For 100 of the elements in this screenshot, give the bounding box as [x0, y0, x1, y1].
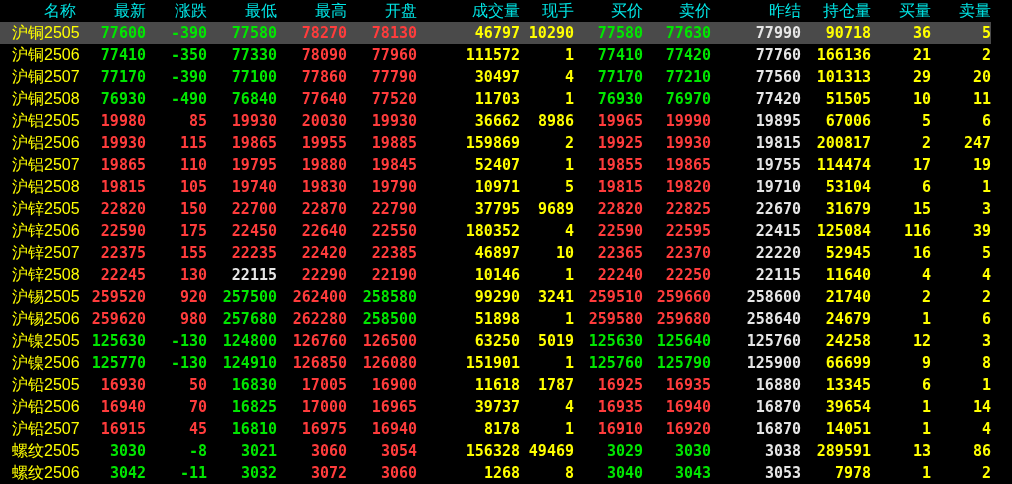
table-cell: 9: [871, 352, 931, 374]
table-cell: 19795: [207, 154, 277, 176]
table-cell: 920: [146, 286, 207, 308]
table-cell-text: 247: [962, 133, 991, 154]
table-cell: 125760: [574, 352, 643, 374]
table-cell-text: 19885: [370, 133, 417, 154]
table-cell: 8: [520, 462, 574, 484]
table-cell: 2: [520, 132, 574, 154]
table-cell-text: 17000: [300, 397, 347, 418]
table-cell: 5: [871, 110, 931, 132]
table-cell: 77960: [347, 44, 417, 66]
table-cell: 124800: [207, 330, 277, 352]
column-header[interactable]: 买量: [871, 0, 931, 22]
table-cell: 126500: [347, 330, 417, 352]
table-cell: 22700: [207, 198, 277, 220]
table-cell: 2: [931, 44, 991, 66]
table-cell: 258500: [347, 308, 417, 330]
table-cell: 77560: [711, 66, 801, 88]
table-cell: 77410: [574, 44, 643, 66]
table-cell: 3021: [207, 440, 277, 462]
table-cell-text: 16: [911, 243, 931, 264]
table-cell: 5019: [520, 330, 574, 352]
table-cell-text: 19865: [664, 155, 711, 176]
table-cell: 49469: [520, 440, 574, 462]
table-cell-text: 4: [563, 67, 574, 88]
table-cell: 22115: [711, 264, 801, 286]
column-header[interactable]: 涨跌: [146, 0, 207, 22]
table-cell: 116: [871, 220, 931, 242]
table-cell: 126080: [347, 352, 417, 374]
table-cell: 46797: [417, 22, 520, 44]
table-cell-text: 22235: [230, 243, 277, 264]
table-cell-text: 1: [563, 155, 574, 176]
table-cell: 257500: [207, 286, 277, 308]
table-cell: 19790: [347, 176, 417, 198]
table-cell: 77640: [277, 88, 347, 110]
column-header[interactable]: 买价: [574, 0, 643, 22]
column-header[interactable]: 最低: [207, 0, 277, 22]
table-cell: 10146: [417, 264, 520, 286]
table-cell: 7978: [801, 462, 871, 484]
table-cell-text: 67006: [824, 111, 871, 132]
column-header[interactable]: 开盘: [347, 0, 417, 22]
column-header[interactable]: 卖量: [931, 0, 991, 22]
column-header[interactable]: 最高: [277, 0, 347, 22]
column-header[interactable]: 昨结: [711, 0, 801, 22]
table-cell: 78270: [277, 22, 347, 44]
table-cell: 6: [871, 176, 931, 198]
table-cell-text: 19880: [300, 155, 347, 176]
table-cell-text: 4: [563, 397, 574, 418]
table-cell: 77170: [574, 66, 643, 88]
table-cell: 1: [520, 88, 574, 110]
column-header[interactable]: 现手: [520, 0, 574, 22]
table-cell: 51505: [801, 88, 871, 110]
table-cell: 11703: [417, 88, 520, 110]
table-cell: 16935: [574, 396, 643, 418]
table-cell: 21740: [801, 286, 871, 308]
column-header[interactable]: 持仓量: [801, 0, 871, 22]
table-cell: 78090: [277, 44, 347, 66]
table-cell: 63250: [417, 330, 520, 352]
table-cell: 22790: [347, 198, 417, 220]
column-header[interactable]: 最新: [76, 0, 146, 22]
table-cell: 5: [520, 176, 574, 198]
table-cell: 99290: [417, 286, 520, 308]
table-cell-text: 22370: [664, 243, 711, 264]
table-cell: -130: [146, 352, 207, 374]
column-header[interactable]: 名称: [0, 0, 76, 22]
table-cell: 17005: [277, 374, 347, 396]
table-cell: 111572: [417, 44, 520, 66]
table-cell: 125640: [643, 330, 711, 352]
column-header[interactable]: 卖价: [643, 0, 711, 22]
table-cell: 77860: [277, 66, 347, 88]
table-cell: 16975: [277, 418, 347, 440]
table-cell: 14051: [801, 418, 871, 440]
table-cell: 29: [871, 66, 931, 88]
table-cell-text: 16810: [230, 419, 277, 440]
table-cell: 31679: [801, 198, 871, 220]
table-cell: 1: [871, 396, 931, 418]
table-cell: 151901: [417, 352, 520, 374]
table-cell-text: 19: [971, 155, 991, 176]
table-cell: 180352: [417, 220, 520, 242]
table-cell-text: 3: [980, 199, 991, 220]
table-cell: 22365: [574, 242, 643, 264]
table-cell: 3054: [347, 440, 417, 462]
table-cell: 16965: [347, 396, 417, 418]
table-cell-text: 16900: [370, 375, 417, 396]
table-cell: 77420: [711, 88, 801, 110]
table-cell: 6: [931, 308, 991, 330]
table-cell: 125630: [574, 330, 643, 352]
table-cell: 3043: [643, 462, 711, 484]
table-cell: 19710: [711, 176, 801, 198]
table-cell: 22220: [711, 242, 801, 264]
table-cell: 77580: [207, 22, 277, 44]
table-cell: 19845: [347, 154, 417, 176]
table-cell: 19815: [711, 132, 801, 154]
table-cell: 1: [871, 308, 931, 330]
table-cell-text: 22450: [230, 221, 277, 242]
column-header[interactable]: 成交量: [417, 0, 520, 22]
table-cell-text: 114474: [815, 155, 871, 176]
table-cell: 36: [871, 22, 931, 44]
table-cell: 77330: [207, 44, 277, 66]
table-cell: 16870: [711, 418, 801, 440]
